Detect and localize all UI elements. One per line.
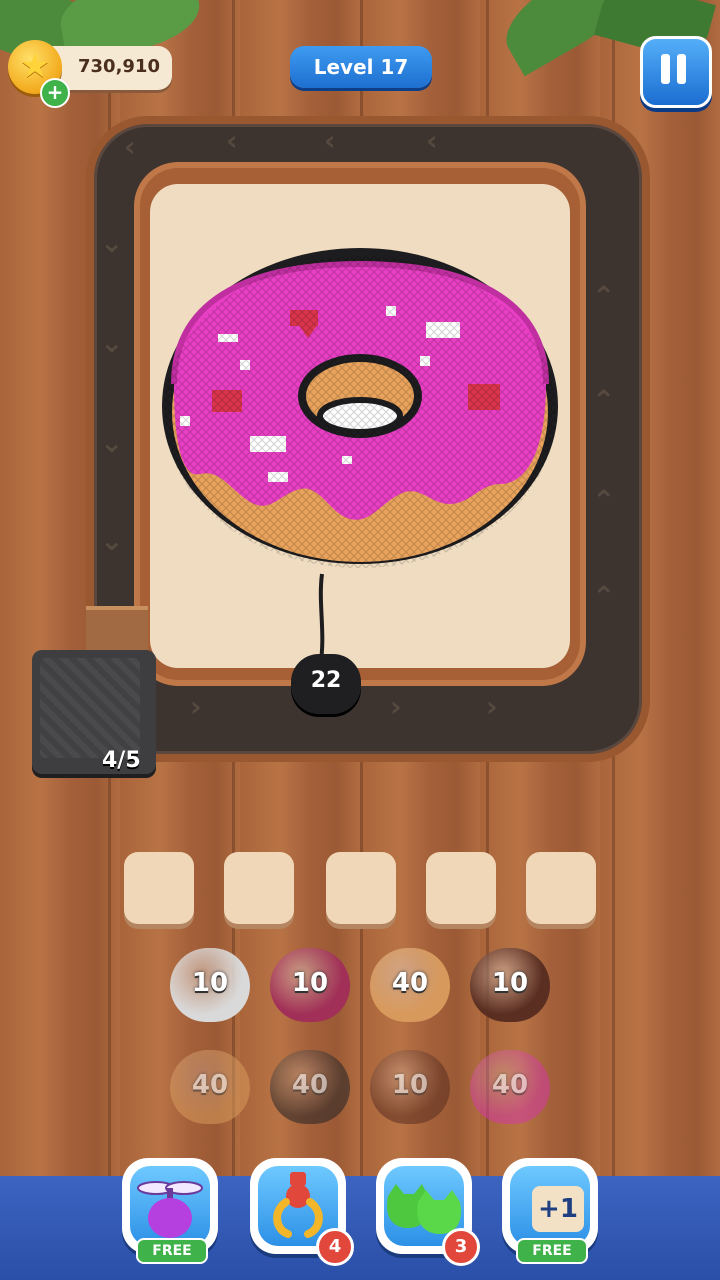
track-arrow-icon: ⌃ [592,484,616,517]
track-arrow-icon: ⌄ [100,226,124,259]
holding-slot[interactable] [526,852,596,924]
track-arrow-icon: ⌄ [100,426,124,459]
yarn-count: 40 [491,1070,529,1100]
track-arrow-icon: ⌄ [100,524,124,557]
track-arrow-icon: ⌃ [592,580,616,613]
track-arrow-icon: › [486,690,498,723]
yarn-count: 10 [491,968,529,998]
track-arrow-icon: ⌃ [592,384,616,417]
yarn-count: 10 [391,1070,429,1100]
holding-slot[interactable] [124,852,194,924]
track-arrow-icon: ⌄ [100,326,124,359]
yarn-count: 10 [291,968,329,998]
donut-artwork [162,248,558,669]
spool-counter: 4/5 [102,748,141,773]
cats-count-badge: 3 [442,1228,480,1266]
holding-slot[interactable] [426,852,496,924]
track-arrow-icon: › [390,690,402,723]
yarn-count: 40 [391,968,429,998]
track-arrow-icon: ⌃ [592,280,616,313]
track-arrow-icon: ‹ [324,124,336,157]
stitch-canvas [150,184,570,669]
free-badge: FREE [516,1238,588,1264]
propeller-icon [137,1181,203,1238]
coin-count: 730,910 [78,56,160,77]
pause-button[interactable] [640,36,712,108]
track-arrow-icon: ‹ [226,124,238,157]
holding-slot[interactable] [224,852,294,924]
free-badge: FREE [136,1238,208,1264]
track-arrow-icon: › [190,690,202,723]
shooter-count: 22 [310,668,342,693]
claw-count-badge: 4 [316,1228,354,1266]
plus-one-icon: +1 [532,1186,584,1232]
holding-slot[interactable] [326,852,396,924]
yarn-count: 40 [291,1070,329,1100]
level-indicator: Level 17 [290,46,432,88]
add-coins-button[interactable]: + [40,78,70,108]
track-arrow-icon: ‹ [426,124,438,157]
pause-icon [661,54,670,84]
yarn-count: 10 [191,968,229,998]
yarn-count: 40 [191,1070,229,1100]
track-arrow-icon: ‹ [124,130,136,163]
booster-bar [0,1176,720,1280]
